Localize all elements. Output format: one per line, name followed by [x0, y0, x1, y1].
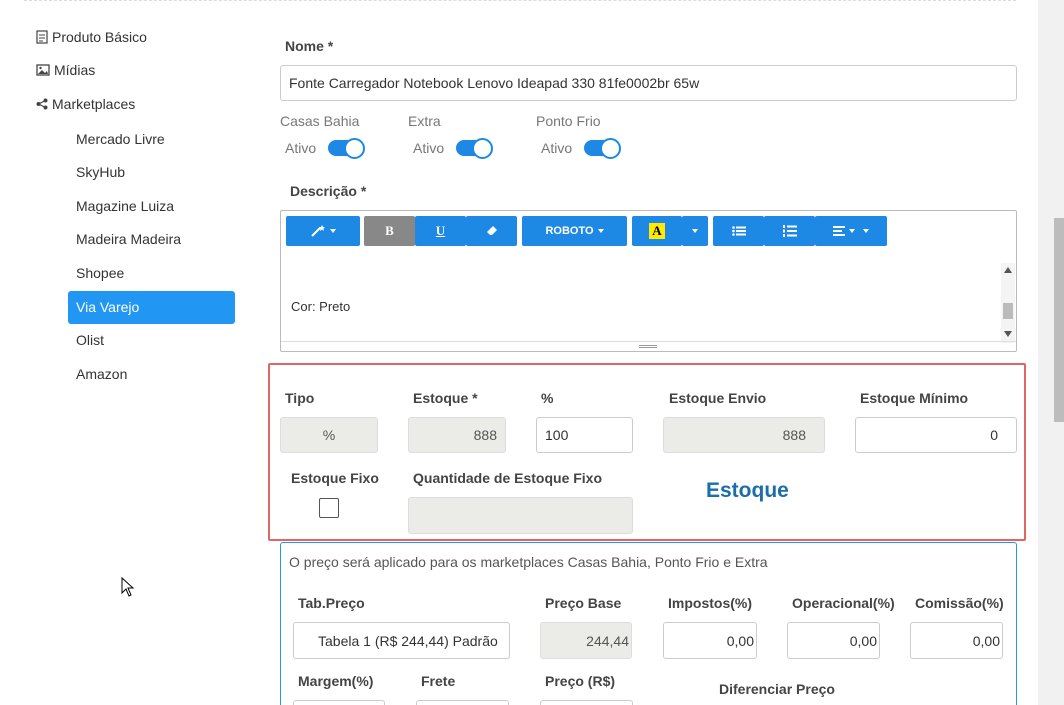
nome-input[interactable]: Fonte Carregador Notebook Lenovo Ideapad…	[280, 65, 1017, 101]
channel-status-extra: Ativo	[413, 140, 445, 156]
sidebar-item-skyhub[interactable]: SkyHub	[76, 164, 125, 180]
extra-toggle[interactable]	[456, 138, 493, 159]
underline-button[interactable]: U	[415, 216, 466, 246]
magic-wand-icon	[311, 225, 325, 237]
sidebar-item-midias[interactable]: Mídias	[36, 62, 95, 78]
sidebar-item-mercado-livre[interactable]: Mercado Livre	[76, 131, 165, 147]
channel-label-extra: Extra	[408, 113, 441, 129]
sidebar-item-marketplaces[interactable]: Marketplaces	[36, 96, 135, 112]
channel-status-casas-bahia: Ativo	[285, 140, 317, 156]
casas-bahia-toggle[interactable]	[328, 138, 365, 159]
sidebar-item-label: Mídias	[54, 62, 96, 78]
estoque-envio-input[interactable]: 888	[663, 417, 825, 453]
quantidade-estoque-fixo-input[interactable]	[408, 497, 633, 534]
channel-label-casas-bahia: Casas Bahia	[280, 113, 360, 129]
sidebar-item-magazine-luiza[interactable]: Magazine Luiza	[76, 198, 174, 214]
margem-input[interactable]	[293, 700, 385, 705]
estoque-fixo-checkbox[interactable]	[319, 498, 339, 518]
estoque-minimo-input[interactable]: 0	[855, 417, 1017, 453]
preco-base-input[interactable]: 244,44	[540, 622, 632, 659]
sidebar-item-produto-basico[interactable]: Produto Básico	[36, 29, 147, 45]
estoque-envio-label: Estoque Envio	[669, 390, 767, 406]
estoque-label: Estoque *	[413, 390, 478, 406]
product-form-card: Produto Básico Mídias Marketplaces Merca…	[0, 0, 1038, 705]
descricao-label: Descrição *	[290, 183, 367, 199]
image-icon	[36, 64, 50, 76]
preco-input[interactable]	[540, 700, 633, 705]
estoque-fixo-label: Estoque Fixo	[291, 470, 379, 486]
page-scrollbar-thumb[interactable]	[1054, 218, 1064, 422]
margem-label: Margem(%)	[298, 673, 374, 689]
bullet-list-icon	[731, 226, 746, 236]
preco-base-label: Preço Base	[545, 595, 622, 611]
frete-label: Frete	[421, 673, 456, 689]
sidebar-item-madeira-madeira[interactable]: Madeira Madeira	[76, 231, 181, 247]
sidebar-item-label: Marketplaces	[52, 96, 136, 112]
tab-preco-select[interactable]: Tabela 1 (R$ 244,44) Padrão	[293, 622, 510, 659]
tab-preco-label: Tab.Preço	[298, 595, 365, 611]
magic-format-button[interactable]	[286, 216, 360, 246]
operacional-input[interactable]: 0,00	[787, 622, 880, 659]
sidebar-item-via-varejo[interactable]: Via Varejo	[68, 291, 235, 324]
frete-input[interactable]	[416, 700, 509, 705]
top-divider	[24, 0, 1016, 1]
estoque-minimo-label: Estoque Mínimo	[860, 390, 969, 406]
mouse-cursor-icon	[121, 577, 135, 597]
diferenciar-preco-label: Diferenciar Preço	[719, 681, 835, 697]
percent-label: %	[541, 390, 554, 406]
ponto-frio-toggle[interactable]	[584, 138, 621, 159]
comissao-input[interactable]: 0,00	[910, 622, 1003, 659]
text-color-button[interactable]: A	[632, 216, 682, 246]
share-icon	[36, 98, 48, 110]
numbered-list-icon	[782, 225, 797, 237]
paragraph-align-dropdown[interactable]	[815, 216, 887, 246]
quantidade-estoque-fixo-label: Quantidade de Estoque Fixo	[413, 470, 603, 486]
estoque-section-title: Estoque	[706, 479, 789, 502]
estoque-input[interactable]: 888	[408, 417, 506, 453]
impostos-input[interactable]: 0,00	[663, 622, 757, 659]
impostos-label: Impostos(%)	[668, 595, 752, 611]
bold-button[interactable]: B	[364, 216, 415, 246]
font-family-label: ROBOTO	[545, 225, 594, 237]
nome-label: Nome *	[285, 38, 334, 54]
comissao-label: Comissão(%)	[915, 595, 1004, 611]
clear-format-button[interactable]	[466, 216, 517, 246]
preco-label: Preço (R$)	[545, 673, 616, 689]
editor-text: Cor: Preto	[291, 299, 351, 314]
unordered-list-button[interactable]	[713, 216, 764, 246]
sidebar-item-label: Produto Básico	[52, 29, 147, 45]
text-color-glyph: A	[649, 223, 665, 239]
operacional-label: Operacional(%)	[792, 595, 895, 611]
align-left-icon	[833, 226, 845, 236]
eraser-icon	[486, 226, 497, 235]
percent-input[interactable]: 100	[536, 417, 633, 453]
font-family-dropdown[interactable]: ROBOTO	[522, 216, 627, 246]
channel-label-ponto-frio: Ponto Frio	[536, 113, 601, 129]
channel-status-ponto-frio: Ativo	[541, 140, 573, 156]
sidebar-item-olist[interactable]: Olist	[76, 332, 104, 348]
editor-scrollbar[interactable]	[1001, 263, 1015, 343]
sidebar-item-amazon[interactable]: Amazon	[76, 366, 127, 382]
price-note: O preço será aplicado para os marketplac…	[289, 554, 768, 570]
editor-resize-handle[interactable]	[281, 341, 1016, 351]
document-icon	[36, 30, 48, 44]
tipo-label: Tipo	[285, 390, 315, 406]
sidebar-item-shopee[interactable]: Shopee	[76, 265, 124, 281]
ordered-list-button[interactable]	[764, 216, 815, 246]
text-color-dropdown[interactable]	[682, 216, 708, 246]
tipo-select[interactable]: %	[280, 417, 378, 453]
